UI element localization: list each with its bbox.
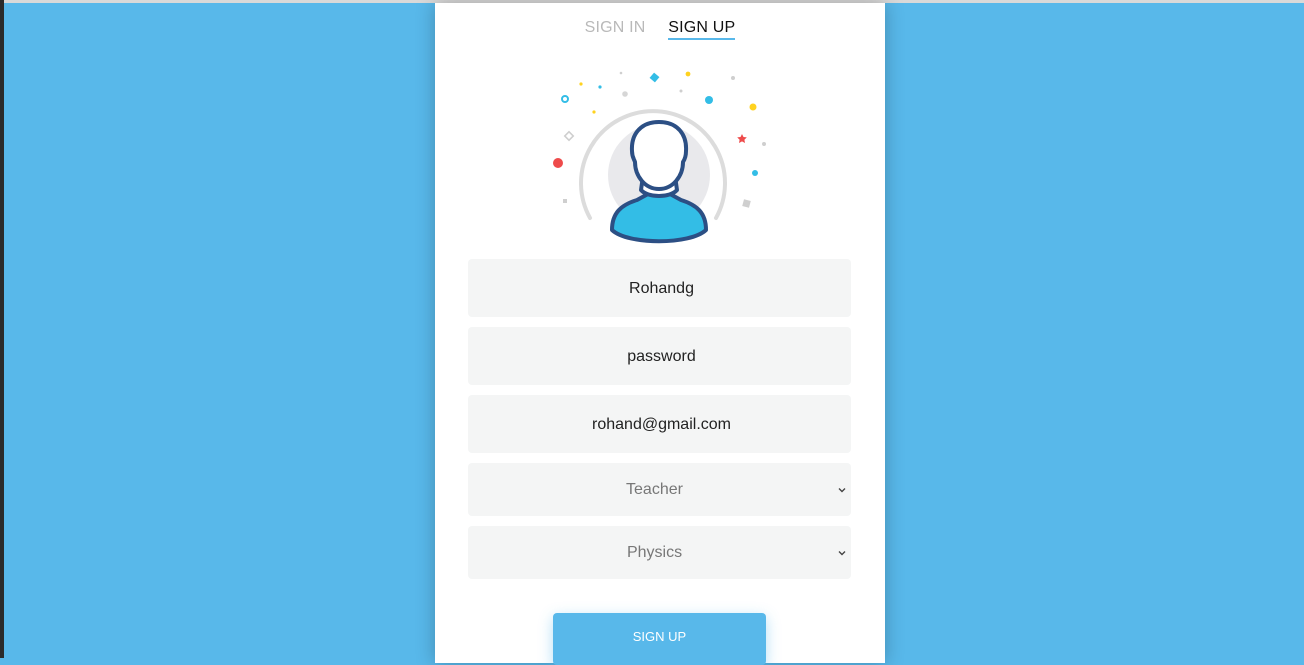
username-input[interactable] [468, 259, 855, 319]
subject-select-value: Physics [626, 543, 683, 561]
chevron-down-icon [838, 487, 846, 492]
avatar [545, 58, 775, 253]
tab-sign-in[interactable]: SIGN IN [585, 19, 646, 38]
window-left-edge [0, 0, 4, 658]
password-field[interactable] [468, 327, 855, 387]
sign-up-button[interactable]: SIGN UP [553, 613, 766, 665]
username-field[interactable] [468, 259, 855, 319]
chevron-down-icon [838, 550, 846, 555]
role-select-value: Teacher [626, 480, 683, 498]
email-input[interactable] [468, 395, 855, 455]
subject-select[interactable]: Physics [468, 526, 851, 579]
signup-card: SIGN IN SIGN UP Rohandg password rohand@… [435, 3, 885, 665]
password-input[interactable] [468, 327, 855, 387]
user-avatar-icon [553, 71, 766, 244]
email-field[interactable] [468, 395, 855, 455]
tab-sign-up[interactable]: SIGN UP [668, 19, 736, 40]
role-select[interactable]: Teacher [468, 463, 851, 516]
auth-tabs: SIGN IN SIGN UP [435, 19, 885, 40]
